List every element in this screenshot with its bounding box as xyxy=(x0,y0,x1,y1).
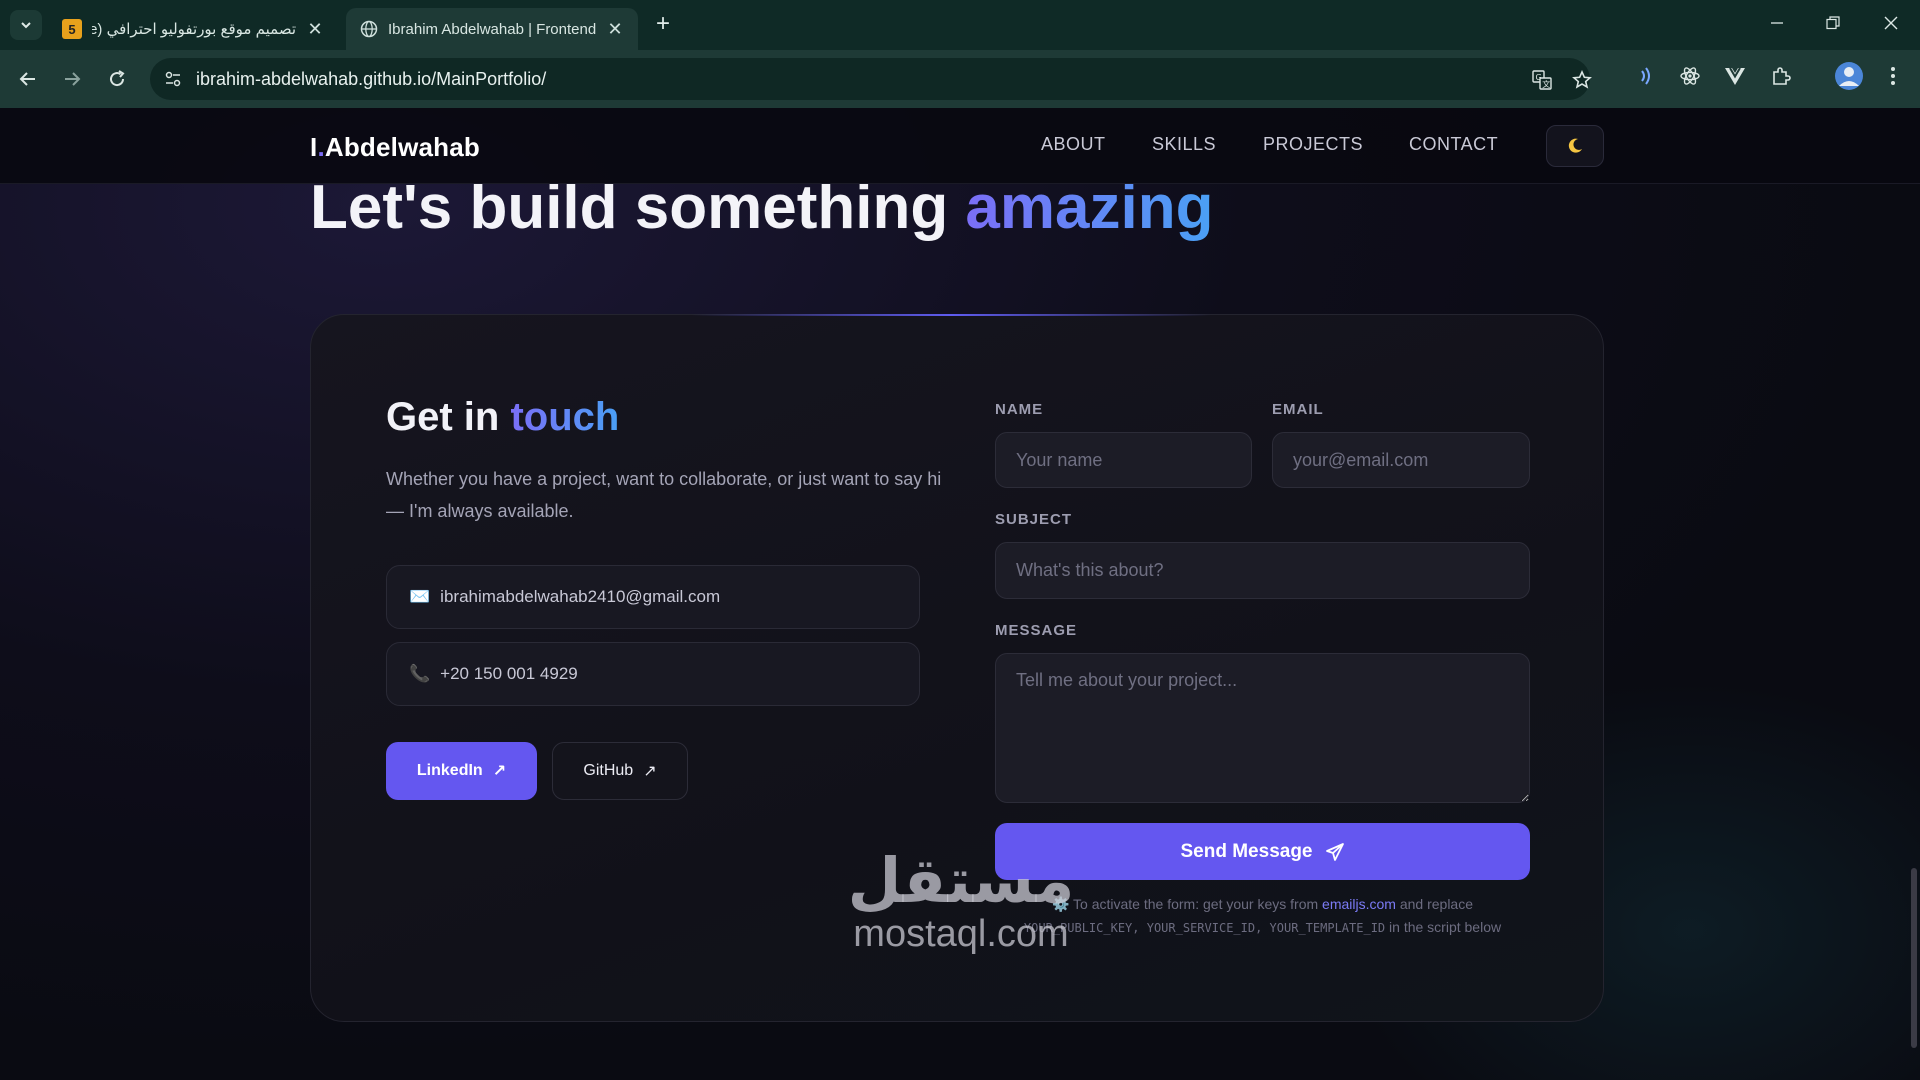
tab-favicon: 5 xyxy=(62,19,82,39)
moon-icon xyxy=(1568,138,1582,153)
back-arrow-icon[interactable] xyxy=(12,63,44,95)
logo-name: Abdelwahab xyxy=(324,132,481,162)
page-scrollbar[interactable] xyxy=(1906,108,1920,1080)
email-label: EMAIL xyxy=(1272,401,1324,418)
external-arrow-icon: ↗ xyxy=(492,763,507,780)
address-bar[interactable]: ibrahim-abdelwahab.github.io/MainPortfol… xyxy=(150,58,1592,100)
send-label: Send Message xyxy=(1180,840,1313,862)
github-button[interactable]: GitHub ↗ xyxy=(552,742,688,800)
contact-description: Whether you have a project, want to coll… xyxy=(386,469,942,521)
close-icon[interactable]: ✕ xyxy=(306,19,324,39)
browser-tab-active[interactable]: Ibrahim Abdelwahab | Frontend ✕ xyxy=(346,8,638,50)
browser-tab-inactive[interactable]: 5 تصميم موقع بورتفوليو احترافي (e ✕ xyxy=(48,8,338,50)
emailjs-link[interactable]: emailjs.com xyxy=(1322,896,1396,912)
close-window-icon[interactable] xyxy=(1862,0,1920,46)
translate-icon[interactable]: G文 xyxy=(1530,68,1554,92)
phone-icon: 📞 xyxy=(409,664,431,683)
site-settings-icon[interactable] xyxy=(162,68,184,90)
minimize-icon[interactable] xyxy=(1748,0,1806,46)
subject-label: SUBJECT xyxy=(995,511,1073,528)
svg-text:文: 文 xyxy=(1542,79,1550,89)
reload-icon[interactable] xyxy=(101,63,133,95)
nav-link-skills[interactable]: SKILLS xyxy=(1152,134,1216,155)
forward-arrow-icon[interactable] xyxy=(56,63,88,95)
extensions-puzzle-icon[interactable] xyxy=(1768,63,1794,89)
get-in-touch-title: Get in touch xyxy=(386,395,619,440)
mostaql-watermark: مستقل mostaql.com xyxy=(843,844,1079,955)
note-mid: and replace xyxy=(1395,896,1474,912)
browser-toolbar: ibrahim-abdelwahab.github.io/MainPortfol… xyxy=(0,50,1920,108)
note-suffix: in the script below xyxy=(1385,919,1502,935)
envelope-icon: ✉️ xyxy=(409,587,431,606)
tab-title: تصميم موقع بورتفوليو احترافي (e xyxy=(92,21,296,38)
tab-title: Ibrahim Abdelwahab | Frontend xyxy=(388,20,596,38)
card-glow-line xyxy=(691,314,1211,316)
react-devtools-icon[interactable] xyxy=(1677,63,1703,89)
title-accent: touch xyxy=(510,395,620,439)
name-input[interactable] xyxy=(995,432,1252,488)
email-contact-row[interactable]: ✉️ ibrahimabdelwahab2410@gmail.com xyxy=(386,565,920,629)
browser-menu-kebab-icon[interactable] xyxy=(1880,63,1906,89)
email-input[interactable] xyxy=(1272,432,1530,488)
nav-link-projects[interactable]: PROJECTS xyxy=(1263,134,1363,155)
external-arrow-icon: ↗ xyxy=(643,763,657,780)
linkedin-button[interactable]: LinkedIn ↗ xyxy=(386,742,537,800)
watermark-latin: mostaql.com xyxy=(853,913,1069,955)
phone-number: +20 150 001 4929 xyxy=(440,664,578,683)
profile-avatar-icon[interactable] xyxy=(1833,60,1865,92)
globe-icon xyxy=(360,20,378,38)
tab-search-button[interactable] xyxy=(10,10,42,40)
phone-contact-row[interactable]: 📞 +20 150 001 4929 xyxy=(386,642,920,706)
github-label: GitHub xyxy=(583,762,634,779)
chevron-down-icon xyxy=(21,22,31,29)
title-prefix: Get in xyxy=(386,395,511,439)
name-label: NAME xyxy=(995,401,1044,418)
url-text: ibrahim-abdelwahab.github.io/MainPortfol… xyxy=(196,68,547,89)
message-label: MESSAGE xyxy=(995,622,1078,639)
message-textarea[interactable] xyxy=(995,653,1530,803)
subject-input[interactable] xyxy=(995,542,1530,599)
logo-dot: . xyxy=(317,132,325,162)
browser-tab-strip: 5 تصميم موقع بورتفوليو احترافي (e ✕ Ibra… xyxy=(0,0,1920,50)
send-plane-icon xyxy=(1325,842,1344,861)
theme-toggle-button[interactable] xyxy=(1546,125,1604,167)
watermark-arabic: مستقل xyxy=(847,844,1075,917)
restore-icon[interactable] xyxy=(1804,0,1862,46)
vue-devtools-icon[interactable] xyxy=(1722,63,1748,89)
close-icon[interactable]: ✕ xyxy=(606,19,624,39)
site-logo[interactable]: I.Abdelwahab xyxy=(310,132,480,163)
linkedin-label: LinkedIn xyxy=(416,762,483,779)
note-prefix: To activate the form: get your keys from xyxy=(1073,896,1323,912)
email-address: ibrahimabdelwahab2410@gmail.com xyxy=(440,587,721,606)
scrollbar-thumb[interactable] xyxy=(1911,868,1917,1048)
nav-link-about[interactable]: ABOUT xyxy=(1041,134,1106,155)
new-tab-plus-icon[interactable]: + xyxy=(650,12,676,38)
read-aloud-extension-icon[interactable] xyxy=(1632,63,1658,89)
bookmark-star-icon[interactable] xyxy=(1570,68,1594,92)
nav-link-contact[interactable]: CONTACT xyxy=(1409,134,1498,155)
site-navbar: I.Abdelwahab ABOUT SKILLS PROJECTS CONTA… xyxy=(0,108,1920,184)
